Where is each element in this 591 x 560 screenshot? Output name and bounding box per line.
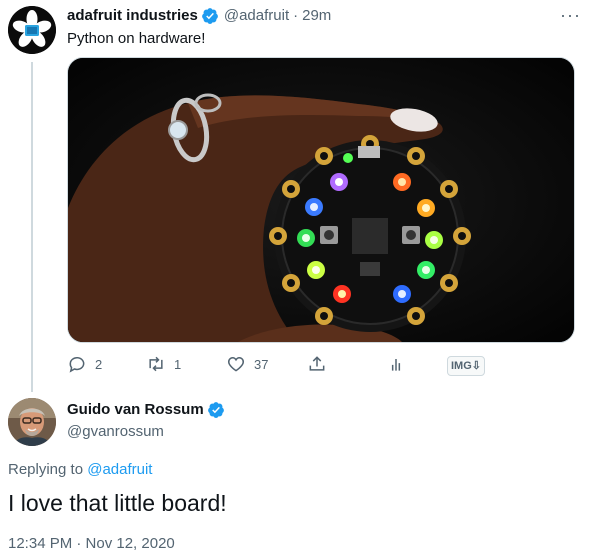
- retweet-icon: [149, 356, 163, 372]
- author-handle[interactable]: @adafruit: [224, 6, 289, 26]
- retweet-count: 1: [174, 356, 182, 372]
- analytics-icon: [391, 359, 401, 371]
- replying-prefix: Replying to: [8, 461, 84, 478]
- share-icon: [309, 356, 325, 371]
- reply-button[interactable]: 2: [67, 354, 102, 374]
- share-button[interactable]: [307, 354, 327, 374]
- heart-icon: [227, 356, 245, 372]
- tweet-action-bar: 2 1 37 IMG⇩: [67, 354, 507, 378]
- guido-avatar[interactable]: [8, 398, 56, 446]
- img-download-badge: IMG⇩: [447, 356, 485, 376]
- reply-author-name-row: Guido van Rossum: [67, 400, 225, 420]
- retweet-button[interactable]: 1: [146, 354, 181, 374]
- parent-tweet-header: adafruit industries @adafruit · 29m: [67, 6, 331, 26]
- adafruit-avatar[interactable]: [8, 6, 56, 54]
- reply-count: 2: [95, 356, 103, 372]
- image-download-button[interactable]: IMG⇩: [439, 356, 485, 376]
- reply-author-name[interactable]: Guido van Rossum: [67, 400, 204, 420]
- more-options-icon[interactable]: ···: [560, 6, 581, 24]
- adafruit-flower-logo-icon: [8, 6, 56, 54]
- replying-to-line: Replying to @adafruit: [8, 460, 152, 480]
- tweet-media-image[interactable]: [67, 57, 575, 343]
- user-portrait-icon: [8, 398, 56, 446]
- verified-badge-icon: [201, 8, 218, 24]
- tweet-time[interactable]: 29m: [302, 6, 331, 26]
- reply-timestamp[interactable]: 12:34 PM · Nov 12, 2020: [8, 534, 175, 554]
- reply-tweet-text: I love that little board!: [8, 490, 227, 516]
- verified-badge-icon: [207, 402, 224, 418]
- like-button[interactable]: 37: [226, 354, 268, 374]
- author-name[interactable]: adafruit industries: [67, 6, 198, 26]
- reply-icon: [69, 357, 85, 373]
- header-separator: ·: [293, 7, 299, 24]
- thread-connector-line: [31, 62, 33, 392]
- reply-author-handle[interactable]: @gvanrossum: [67, 422, 164, 442]
- like-count: 37: [254, 356, 269, 372]
- analytics-button[interactable]: [386, 354, 406, 374]
- replying-to-link[interactable]: @adafruit: [87, 461, 152, 478]
- circuit-board-photo-icon: [68, 58, 574, 342]
- parent-tweet-text: Python on hardware!: [67, 30, 206, 47]
